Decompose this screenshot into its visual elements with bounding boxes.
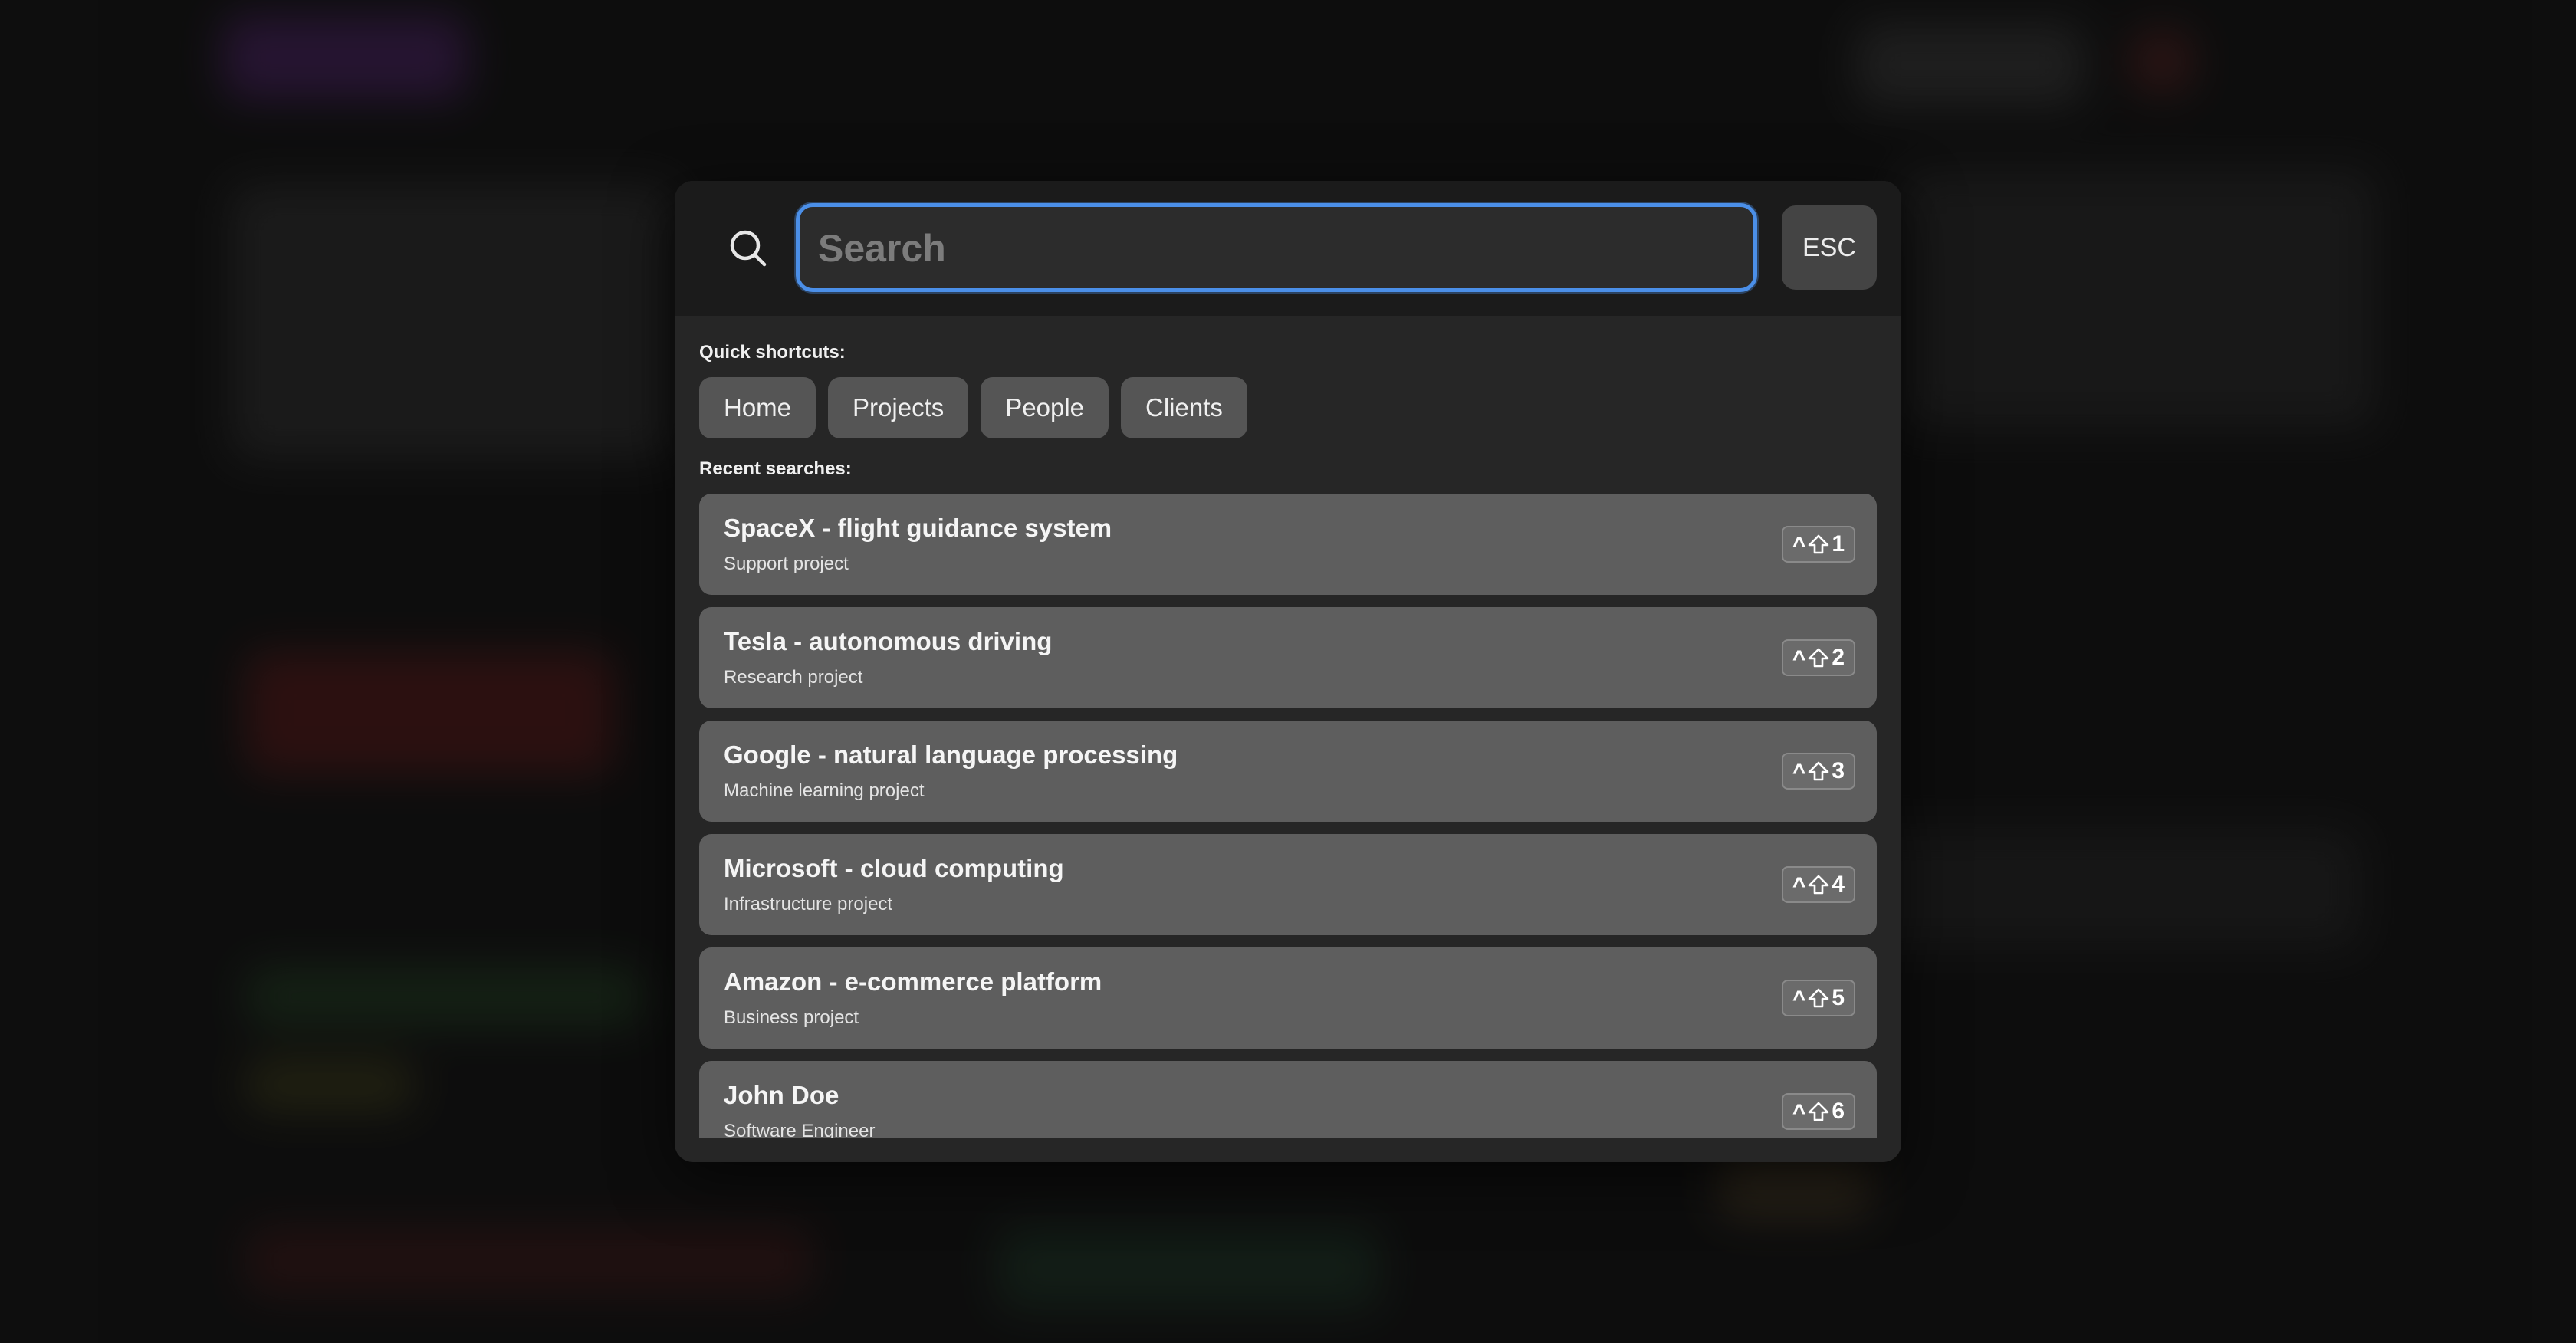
shift-icon [1809, 534, 1829, 554]
recent-search-subtitle: Machine learning project [724, 780, 925, 801]
keyboard-shortcut-badge: ^ 1 [1782, 526, 1855, 563]
control-key-icon: ^ [1792, 646, 1806, 672]
control-key-icon: ^ [1792, 1100, 1806, 1125]
recent-searches-label: Recent searches: [699, 458, 852, 479]
shift-icon [1809, 875, 1829, 895]
search-box [796, 203, 1757, 292]
keyboard-shortcut-badge: ^ 6 [1782, 1093, 1855, 1130]
recent-searches-list[interactable]: SpaceX - flight guidance system Support … [699, 494, 1877, 1138]
shortcut-people[interactable]: People [981, 377, 1109, 438]
recent-search-title: SpaceX - flight guidance system [724, 514, 1112, 542]
search-header: ESC [675, 181, 1901, 316]
recent-search-subtitle: Infrastructure project [724, 894, 893, 914]
shift-icon [1809, 1102, 1829, 1121]
recent-search-item[interactable]: Microsoft - cloud computing Infrastructu… [699, 834, 1877, 935]
recent-search-title: Microsoft - cloud computing [724, 854, 1064, 882]
recent-search-item[interactable]: SpaceX - flight guidance system Support … [699, 494, 1877, 595]
recent-search-title: Tesla - autonomous driving [724, 627, 1053, 655]
shift-icon [1809, 648, 1829, 668]
quick-shortcuts: Home Projects People Clients [699, 377, 1247, 438]
keyboard-shortcut-badge: ^ 5 [1782, 980, 1855, 1016]
esc-button[interactable]: ESC [1782, 205, 1877, 290]
recent-search-title: Google - natural language processing [724, 740, 1178, 769]
recent-search-item[interactable]: Amazon - e-commerce platform Business pr… [699, 947, 1877, 1049]
shift-icon [1809, 988, 1829, 1008]
shortcut-key: 2 [1832, 645, 1845, 670]
shortcut-clients[interactable]: Clients [1121, 377, 1247, 438]
keyboard-shortcut-badge: ^ 2 [1782, 639, 1855, 676]
recent-search-subtitle: Software Engineer [724, 1121, 876, 1138]
shortcut-home[interactable]: Home [699, 377, 816, 438]
quick-shortcuts-label: Quick shortcuts: [699, 342, 846, 363]
shortcut-key: 4 [1832, 872, 1845, 897]
keyboard-shortcut-badge: ^ 4 [1782, 866, 1855, 903]
recent-search-subtitle: Business project [724, 1007, 859, 1028]
recent-search-subtitle: Support project [724, 553, 849, 574]
recent-search-subtitle: Research project [724, 667, 863, 688]
recent-search-item[interactable]: John Doe Software Engineer ^ 6 [699, 1061, 1877, 1138]
recent-search-item[interactable]: Google - natural language processing Mac… [699, 721, 1877, 822]
shortcut-projects[interactable]: Projects [828, 377, 969, 438]
command-palette: ESC Quick shortcuts: Home Projects Peopl… [675, 181, 1901, 1162]
control-key-icon: ^ [1792, 987, 1806, 1012]
keyboard-shortcut-badge: ^ 3 [1782, 753, 1855, 790]
shortcut-key: 6 [1832, 1098, 1845, 1124]
shortcut-key: 3 [1832, 758, 1845, 783]
search-input[interactable] [816, 207, 1740, 290]
shortcut-key: 5 [1832, 985, 1845, 1010]
control-key-icon: ^ [1792, 533, 1806, 558]
recent-search-title: Amazon - e-commerce platform [724, 967, 1102, 996]
shortcut-key: 1 [1832, 531, 1845, 557]
search-icon [730, 230, 767, 267]
shift-icon [1809, 761, 1829, 781]
control-key-icon: ^ [1792, 760, 1806, 785]
recent-search-item[interactable]: Tesla - autonomous driving Research proj… [699, 607, 1877, 708]
control-key-icon: ^ [1792, 873, 1806, 898]
recent-search-title: John Doe [724, 1081, 840, 1109]
